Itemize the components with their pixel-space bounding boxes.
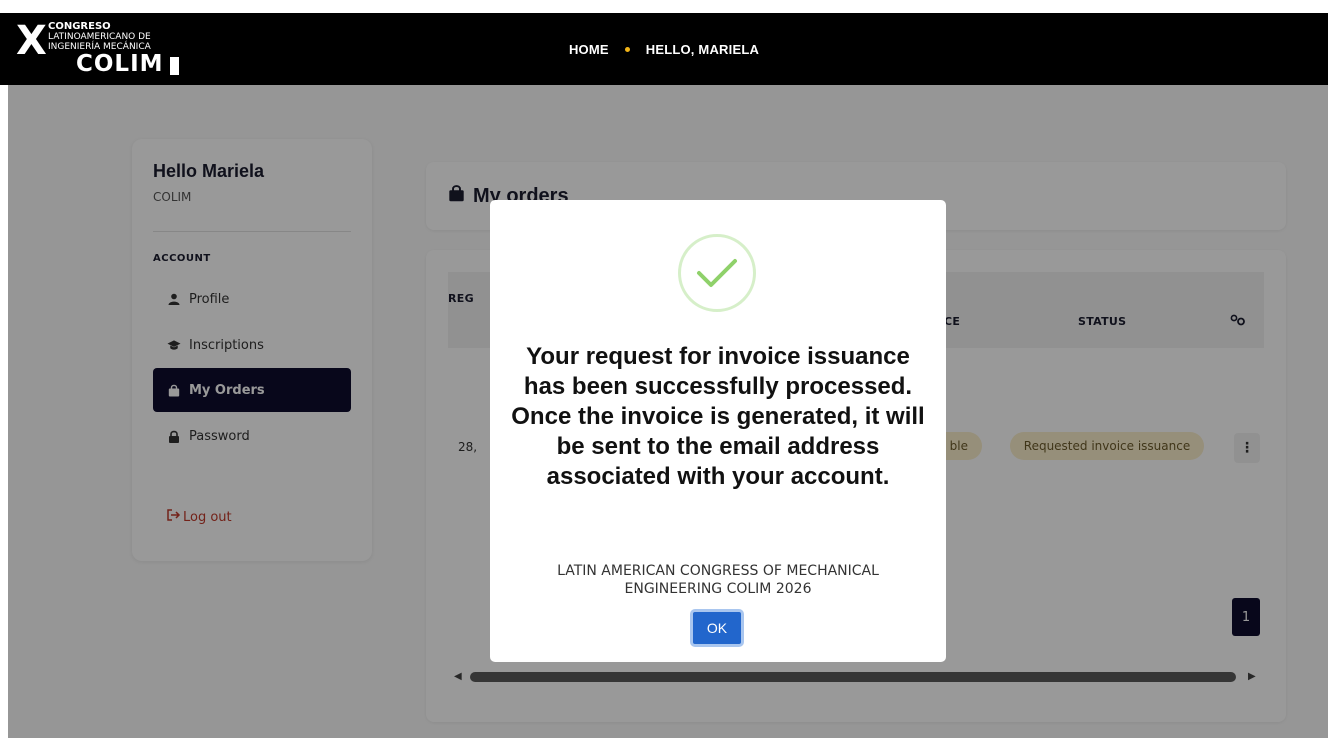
modal-subtitle: LATIN AMERICAN CONGRESS OF MECHANICAL EN… [557, 563, 879, 597]
nav-home[interactable]: HOME [569, 42, 609, 57]
main-nav: HOME HELLO, MARIELA [0, 13, 1328, 85]
ok-button[interactable]: OK [690, 609, 744, 647]
nav-separator-dot [624, 46, 630, 52]
nav-hello-user[interactable]: HELLO, MARIELA [646, 42, 759, 57]
top-header: X CONGRESO LATINOAMERICANO DE INGENIERÍA… [0, 13, 1328, 85]
success-check-icon [678, 234, 756, 312]
modal-message: Your request for invoice issuance has be… [511, 343, 925, 490]
success-modal: Your request for invoice issuance has be… [490, 200, 946, 662]
